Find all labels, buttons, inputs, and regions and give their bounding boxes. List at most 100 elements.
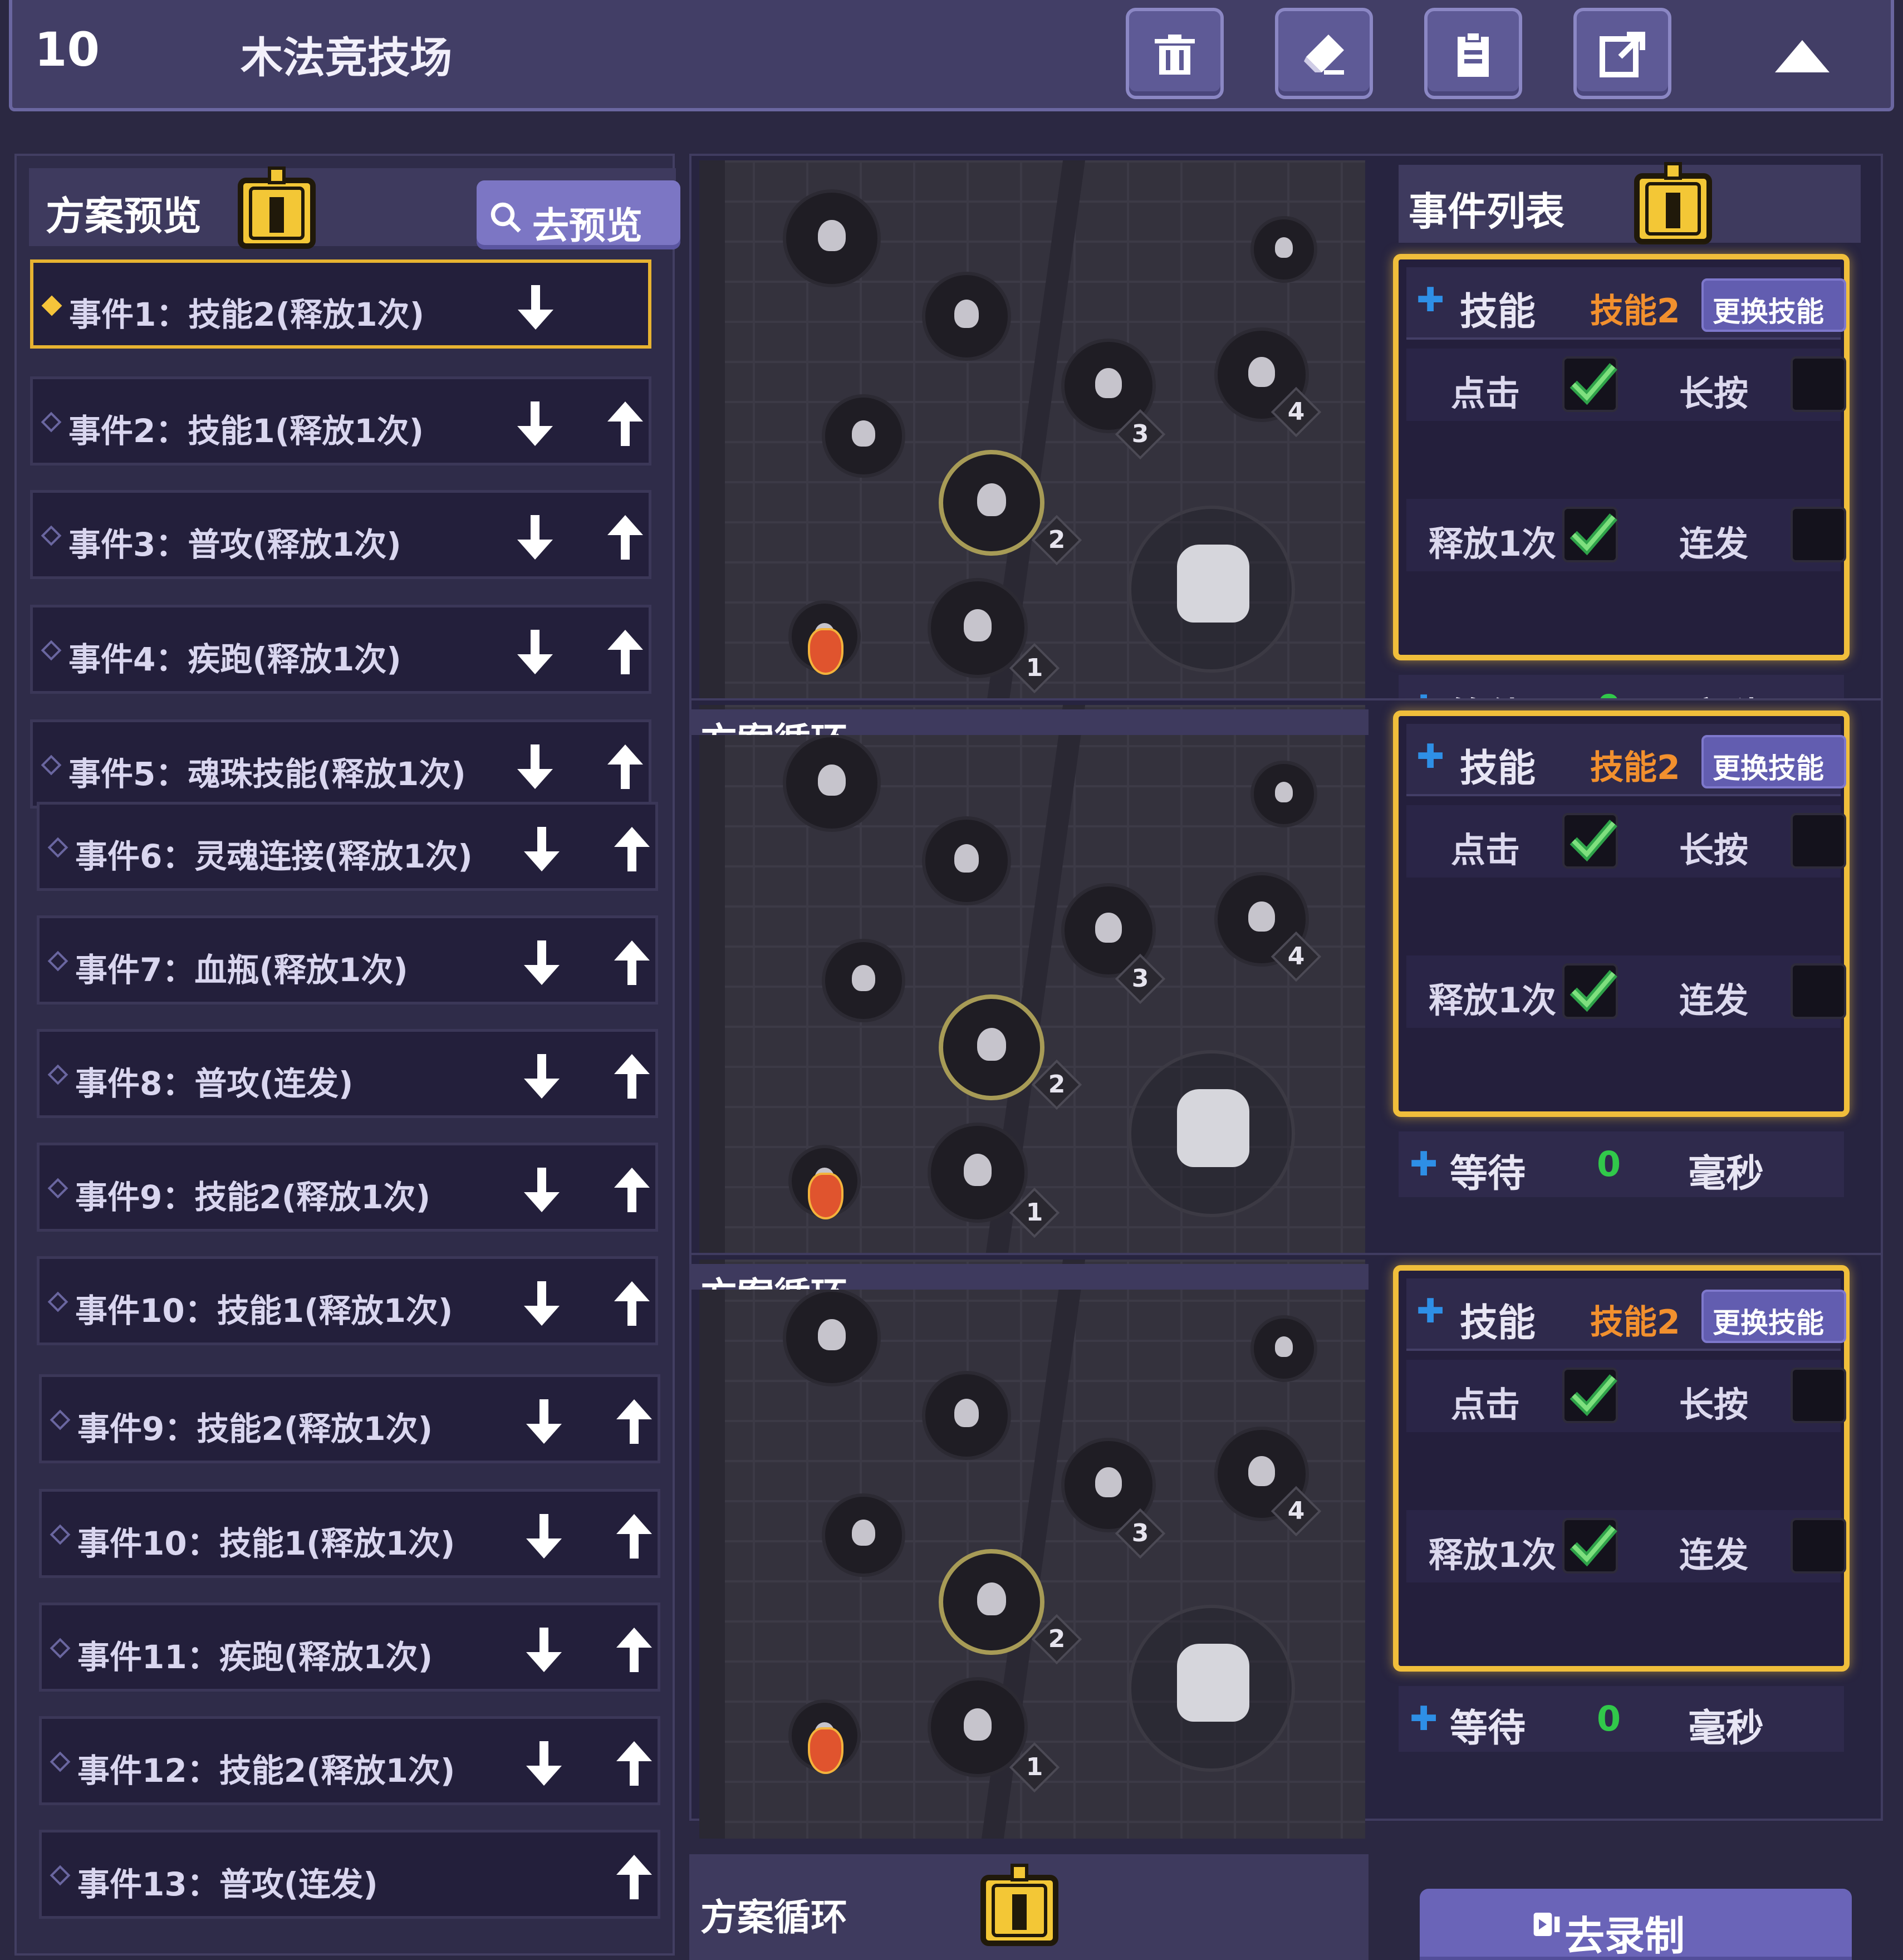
skill-button[interactable]	[783, 734, 881, 832]
move-up-button[interactable]	[610, 936, 654, 992]
move-down-button[interactable]	[522, 1510, 566, 1565]
hold-checkbox[interactable]	[1791, 356, 1846, 412]
skill-button[interactable]	[822, 1493, 905, 1577]
rapid-fire-checkbox[interactable]	[1791, 507, 1846, 562]
arrow-down-icon	[522, 1741, 566, 1792]
release-once-checkbox[interactable]	[1562, 507, 1618, 562]
move-down-button[interactable]	[519, 1050, 564, 1105]
skill-button[interactable]	[1250, 761, 1317, 827]
release-once-checkbox[interactable]	[1562, 963, 1618, 1019]
change-skill-button[interactable]: 更换技能	[1701, 1290, 1846, 1343]
move-down-button[interactable]	[519, 936, 564, 992]
rapid-fire-checkbox[interactable]	[1791, 963, 1846, 1019]
move-up-button[interactable]	[612, 1623, 656, 1679]
event-row[interactable]: 事件7：血瓶(释放1次)	[37, 915, 658, 1004]
delete-button[interactable]	[1126, 8, 1224, 99]
change-skill-button[interactable]: 更换技能	[1701, 735, 1846, 788]
move-down-button[interactable]	[522, 1623, 566, 1679]
move-up-button[interactable]	[612, 1395, 656, 1451]
event-label: 事件6：灵魂连接(释放1次)	[75, 837, 473, 875]
event-row[interactable]: 事件4：疾跑(释放1次)	[30, 605, 651, 694]
move-up-button[interactable]	[610, 822, 654, 878]
skill-button[interactable]	[922, 1371, 1011, 1460]
collapse-button[interactable]	[1772, 37, 1833, 76]
move-up-button[interactable]	[603, 740, 648, 796]
skill-button[interactable]	[822, 939, 905, 1022]
event-row[interactable]: 事件10：技能1(释放1次)	[39, 1489, 660, 1578]
move-up-button[interactable]	[603, 625, 648, 681]
info-icon[interactable]	[1632, 161, 1714, 245]
event-row[interactable]: 事件11：疾跑(释放1次)	[39, 1603, 660, 1692]
click-checkbox[interactable]	[1562, 813, 1618, 869]
record-icon	[1533, 1913, 1560, 1936]
release-once-checkbox[interactable]	[1562, 1518, 1618, 1574]
skill-button[interactable]	[939, 1549, 1044, 1655]
move-down-button[interactable]	[513, 281, 558, 336]
move-up-button[interactable]	[610, 1277, 654, 1332]
move-down-button[interactable]	[513, 740, 557, 796]
event-row[interactable]: 事件2：技能1(释放1次)	[30, 376, 651, 465]
event-row[interactable]: 事件8：普攻(连发)	[37, 1029, 658, 1118]
event-row[interactable]: 事件1：技能2(释放1次)	[30, 259, 651, 349]
skill-button[interactable]	[1250, 1315, 1317, 1382]
move-down-button[interactable]	[513, 625, 557, 681]
info-icon[interactable]	[979, 1863, 1060, 1947]
release-once-label: 释放1次	[1429, 1535, 1557, 1575]
skill-button[interactable]	[822, 394, 905, 478]
hold-checkbox[interactable]	[1791, 813, 1846, 869]
go-record-button[interactable]: 去录制	[1420, 1889, 1852, 1960]
event-row[interactable]: 事件12：技能2(释放1次)	[39, 1716, 660, 1805]
diamond-icon	[50, 1638, 71, 1659]
click-checkbox[interactable]	[1562, 356, 1618, 412]
wait-value[interactable]: 0	[1597, 1144, 1621, 1184]
event-row[interactable]: 事件13：普攻(连发)	[39, 1830, 660, 1919]
skill-button[interactable]	[783, 1288, 881, 1386]
move-down-button[interactable]	[513, 397, 557, 453]
go-preview-button[interactable]: 去预览	[477, 180, 680, 249]
rapid-fire-checkbox[interactable]	[1791, 1518, 1846, 1574]
skill-icon	[1248, 1456, 1275, 1487]
hold-checkbox[interactable]	[1791, 1368, 1846, 1423]
event-row[interactable]: 事件5：魂珠技能(释放1次)	[30, 719, 651, 808]
move-down-button[interactable]	[519, 1163, 564, 1219]
move-up-button[interactable]	[610, 1163, 654, 1219]
event-row[interactable]: 事件9：技能2(释放1次)	[39, 1374, 660, 1463]
move-up-button[interactable]	[612, 1510, 656, 1565]
export-button[interactable]	[1573, 8, 1671, 99]
clear-button[interactable]	[1275, 8, 1373, 99]
move-down-button[interactable]	[519, 1277, 564, 1332]
skill-button[interactable]	[928, 578, 1028, 678]
change-skill-button[interactable]: 更换技能	[1701, 278, 1846, 332]
skill-button[interactable]	[928, 1123, 1028, 1223]
move-down-button[interactable]	[522, 1395, 566, 1451]
event-row[interactable]: 事件3：普攻(释放1次)	[30, 490, 651, 579]
move-down-button[interactable]	[522, 1737, 566, 1792]
skill-button[interactable]	[1250, 216, 1317, 283]
move-down-button[interactable]	[513, 511, 557, 566]
paste-button[interactable]	[1424, 8, 1522, 99]
wait-value[interactable]: 0	[1597, 1698, 1621, 1739]
skill-button[interactable]	[922, 272, 1011, 361]
move-up-button[interactable]	[612, 1737, 656, 1792]
skill-button[interactable]	[922, 816, 1011, 905]
hold-label: 长按	[1679, 373, 1749, 414]
skill-button[interactable]	[783, 189, 881, 287]
move-down-button[interactable]	[519, 822, 564, 878]
click-checkbox[interactable]	[1562, 1368, 1618, 1423]
skill-icon	[977, 483, 1007, 517]
share-icon	[1600, 32, 1645, 77]
plan-loop-header: 方案循环	[689, 1264, 1369, 1290]
move-up-button[interactable]	[603, 511, 648, 566]
move-up-button[interactable]	[612, 1850, 656, 1906]
event-editor-panel: 1234事件列表✚技能技能2更换技能点击长按释放1次连发✚等待0毫秒	[689, 154, 1883, 746]
diamond-icon	[47, 1064, 68, 1085]
event-row[interactable]: 事件10：技能1(释放1次)	[37, 1256, 658, 1345]
skill-button[interactable]	[939, 450, 1044, 556]
event-row[interactable]: 事件6：灵魂连接(释放1次)	[37, 802, 658, 891]
move-up-button[interactable]	[603, 397, 648, 453]
skill-button[interactable]	[928, 1677, 1028, 1777]
info-icon[interactable]	[236, 166, 317, 249]
event-row[interactable]: 事件9：技能2(释放1次)	[37, 1143, 658, 1232]
skill-button[interactable]	[939, 994, 1044, 1100]
move-up-button[interactable]	[610, 1050, 654, 1105]
